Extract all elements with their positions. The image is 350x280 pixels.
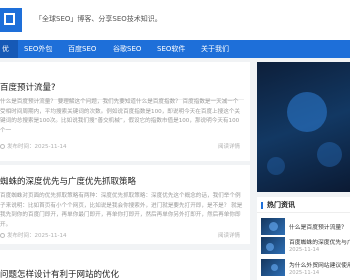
clock-icon bbox=[0, 143, 5, 149]
thumb-glow bbox=[269, 222, 278, 231]
thumb-glow bbox=[271, 264, 278, 271]
news-thumbnail[interactable] bbox=[261, 259, 285, 276]
banner-glow bbox=[267, 157, 285, 175]
site-slogan: 「全球SEO」博客、分享SEO技术知识。 bbox=[35, 15, 162, 23]
logo-icon[interactable] bbox=[0, 8, 22, 32]
article-card: 问题怎样设计有利于网站的优化 bbox=[0, 250, 250, 280]
bar-icon bbox=[261, 202, 263, 209]
news-date: 2025-11-14 bbox=[289, 270, 320, 276]
article-excerpt: 百度蜘蛛对页面的优先抓取策略有两种：深度优先抓取策略：深度优先这个概念的话，我们… bbox=[0, 193, 243, 229]
read-more-link[interactable]: 阅读详情 bbox=[218, 231, 240, 239]
main-nav: 优 SEO外包 百度SEO 谷歌SEO SEO软件 关于我们 bbox=[0, 40, 350, 58]
banner-glow bbox=[287, 92, 327, 132]
nav-item-about-us[interactable]: 关于我们 bbox=[201, 40, 229, 58]
sidebar-banner-image[interactable] bbox=[257, 62, 350, 192]
news-title[interactable]: 什么是百度预计流量？ bbox=[289, 222, 347, 231]
thumb-glow bbox=[266, 243, 274, 251]
read-more-link[interactable]: 阅读详情 bbox=[218, 142, 240, 150]
article-title[interactable]: 百度预计流量? bbox=[0, 81, 56, 93]
nav-item-baidu-seo[interactable]: 百度SEO bbox=[68, 40, 96, 58]
nav-item-seo-outsourcing[interactable]: SEO外包 bbox=[24, 40, 52, 58]
logo-mark bbox=[4, 13, 15, 25]
news-title[interactable]: 百度蜘蛛的深度优先与广度... bbox=[289, 237, 350, 246]
news-thumbnail[interactable] bbox=[261, 218, 285, 235]
clock-icon bbox=[0, 232, 5, 238]
news-date: 2025-11-14 bbox=[289, 247, 320, 253]
article-date: 发布时间：2025-11-14 bbox=[0, 142, 66, 150]
article-card: 蜘蛛的深度优先与广度优先抓取策略 百度蜘蛛对页面的优先抓取策略有两种：深度优先抓… bbox=[0, 165, 250, 230]
sidebar-title: 热门资讯 bbox=[267, 201, 295, 209]
article-card: 百度预计流量? 什么是百度预计流量？ 要理解这个问题，我们先要知道什么是百度指数… bbox=[0, 62, 250, 161]
article-excerpt: 什么是百度预计流量？ 要理解这个问题，我们先要知道什么是百度指数？ 百度指数是一… bbox=[0, 99, 241, 135]
article-meta: 发布时间：2025-11-14 阅读详情 bbox=[0, 230, 250, 244]
sidebar-hot-news: 热门资讯 什么是百度预计流量？ 百度蜘蛛的深度优先与广度... 2025-11-… bbox=[257, 197, 350, 280]
article-title[interactable]: 问题怎样设计有利于网站的优化 bbox=[0, 268, 119, 280]
article-date: 发布时间：2025-11-14 bbox=[0, 231, 66, 239]
nav-item-home[interactable]: 优 bbox=[0, 40, 18, 58]
article-title[interactable]: 蜘蛛的深度优先与广度优先抓取策略 bbox=[0, 175, 136, 187]
nav-item-seo-software[interactable]: SEO软件 bbox=[157, 40, 185, 58]
sidebar-header: 热门资讯 bbox=[257, 197, 350, 213]
news-title[interactable]: 为什么外贸网站建议使用... bbox=[289, 260, 350, 269]
site-header: 「全球SEO」博客、分享SEO技术知识。 bbox=[0, 0, 350, 40]
banner-glow bbox=[317, 142, 342, 167]
nav-item-google-seo[interactable]: 谷歌SEO bbox=[113, 40, 141, 58]
news-thumbnail[interactable] bbox=[261, 237, 285, 254]
